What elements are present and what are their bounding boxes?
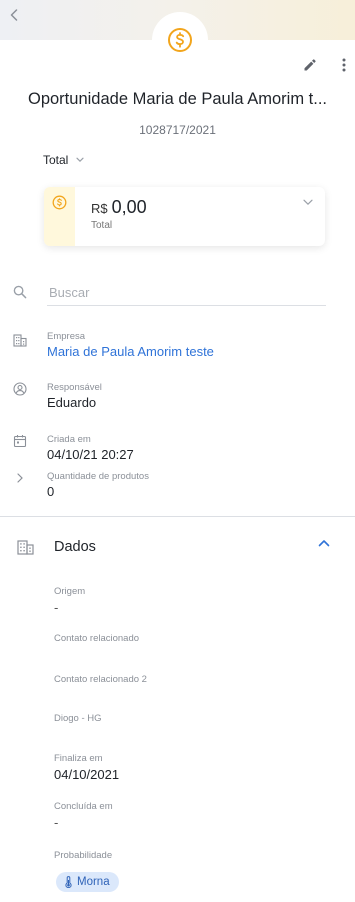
empresa-link[interactable]: Maria de Paula Amorim teste	[47, 344, 214, 359]
probabilidade-field: Probabilidade	[54, 850, 344, 861]
origem-value: -	[54, 600, 59, 615]
pencil-icon	[304, 59, 316, 71]
total-dropdown[interactable]: Total	[43, 153, 84, 167]
building-icon	[17, 540, 34, 555]
opportunity-avatar	[152, 12, 208, 68]
diogo-field: Diogo - HG	[54, 713, 344, 724]
dollar-coin-icon	[168, 28, 192, 52]
finaliza-value: 04/10/2021	[54, 767, 120, 782]
more-options-button[interactable]	[337, 56, 351, 74]
contato2-field: Contato relacionado 2	[54, 674, 344, 685]
contato2-label: Contato relacionado 2	[54, 674, 147, 685]
user-circle-icon	[13, 382, 27, 396]
building-icon	[13, 334, 27, 347]
amount-label: Total	[91, 220, 113, 231]
criada-value: 04/10/21 20:27	[47, 447, 134, 462]
quantidade-label: Quantidade de produtos	[47, 471, 149, 482]
origem-field: Origem -	[54, 586, 344, 615]
chevron-left-icon	[10, 9, 18, 21]
calendar-icon	[13, 435, 27, 448]
responsavel-value: Eduardo	[47, 395, 97, 410]
quantidade-value: 0	[47, 484, 55, 499]
currency-symbol: R$	[91, 201, 108, 216]
finaliza-label: Finaliza em	[54, 753, 103, 764]
concluida-value: -	[54, 815, 59, 830]
finaliza-field: Finaliza em 04/10/2021	[54, 753, 344, 782]
total-dropdown-value: Total	[43, 153, 69, 167]
contato-field: Contato relacionado	[54, 633, 344, 644]
contato-label: Contato relacionado	[54, 633, 140, 644]
chevron-up-icon[interactable]	[318, 539, 330, 547]
concluida-label: Concluída em	[54, 801, 113, 812]
probabilidade-chip-label: Morna	[77, 876, 110, 888]
chevron-down-icon	[303, 199, 313, 206]
diogo-label: Diogo - HG	[54, 713, 102, 724]
search-input[interactable]	[47, 280, 326, 306]
responsavel-label: Responsável	[47, 382, 102, 393]
total-amount: R$ 0,00	[91, 197, 147, 218]
edit-button[interactable]	[301, 56, 319, 74]
page-title: Oportunidade Maria de Paula Amorim t...	[28, 90, 327, 108]
origem-label: Origem	[54, 586, 86, 597]
dados-section-title: Dados	[54, 539, 96, 555]
empresa-label: Empresa	[47, 331, 86, 342]
criada-label: Criada em	[47, 434, 91, 445]
dollar-coin-icon	[52, 195, 67, 210]
probabilidade-chip[interactable]: Morna	[56, 872, 119, 892]
section-divider	[0, 516, 355, 517]
dados-section-header[interactable]: Dados	[0, 533, 355, 561]
back-button[interactable]	[6, 6, 22, 24]
more-vertical-icon	[342, 58, 346, 72]
total-value-card[interactable]: R$ 0,00 Total	[44, 187, 325, 246]
amount-value: 0,00	[111, 197, 147, 217]
thermometer-icon	[65, 876, 72, 888]
concluida-field: Concluída em -	[54, 801, 344, 830]
opportunity-code: 1028717/2021	[139, 123, 216, 137]
probabilidade-label: Probabilidade	[54, 850, 113, 861]
chevron-down-icon	[76, 157, 84, 163]
chevron-right-icon[interactable]	[16, 473, 24, 483]
search-icon	[13, 285, 27, 299]
